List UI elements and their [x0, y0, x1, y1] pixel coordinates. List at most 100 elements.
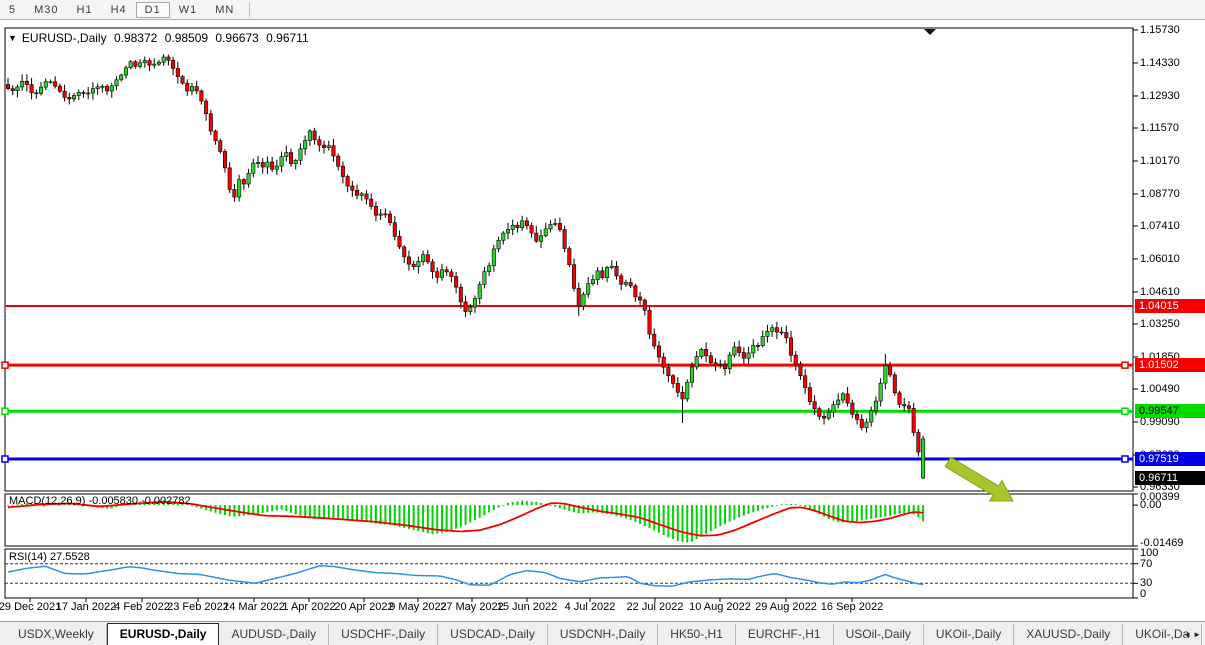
macd-bar	[719, 505, 721, 526]
candle-body	[662, 357, 665, 367]
macd-bar	[757, 505, 759, 511]
price-axis-label: 1.11570	[1140, 122, 1179, 134]
macd-name: MACD(12,26,9)	[9, 495, 85, 507]
candle-body	[525, 221, 528, 226]
date-axis-label: 16 Sep 2022	[821, 601, 883, 613]
macd-bar	[634, 505, 636, 522]
hline-handle-1.01502[interactable]	[1122, 362, 1128, 368]
candle-body	[6, 84, 9, 88]
candle-body	[785, 332, 788, 337]
macd-bar	[847, 505, 849, 522]
chart-tab-usoil-daily[interactable]: USOil-,Daily	[834, 624, 924, 645]
candle-body	[874, 401, 877, 411]
tab-scroll-right-icon[interactable]: ►	[1193, 630, 1203, 639]
macd-bar	[766, 505, 768, 508]
candle-body	[620, 276, 623, 284]
candle-body	[563, 230, 566, 249]
candle-body	[737, 347, 740, 353]
chart-tab-usdx-weekly[interactable]: USDX,Weekly	[6, 624, 107, 645]
hline-handle-0.99547[interactable]	[1122, 408, 1128, 414]
chart-tab-xauusd-daily[interactable]: XAUUSD-,Daily	[1014, 624, 1123, 645]
candle-body	[20, 81, 23, 87]
candle-body	[237, 180, 240, 197]
candle-body	[346, 177, 349, 187]
chart-tab-eurusd-daily[interactable]: EURUSD-,Daily	[107, 623, 220, 645]
candle-body	[761, 336, 764, 345]
chart-tab-usdcnh-daily[interactable]: USDCNH-,Daily	[548, 624, 658, 645]
candle-body	[365, 194, 368, 199]
candle-body	[912, 408, 915, 432]
ohlc-high: 0.98509	[165, 31, 208, 45]
candle-body	[440, 270, 443, 278]
candle-body	[690, 367, 693, 382]
chart-tab-ukoil-daily[interactable]: UKOil-,Daily	[924, 624, 1014, 645]
candle-body	[535, 233, 538, 241]
candle-body	[421, 255, 424, 262]
candle-body	[204, 101, 207, 114]
date-axis-label: 14 Mar 2022	[223, 601, 285, 613]
chart-canvas	[0, 0, 1205, 645]
tab-scroll-left-icon[interactable]: ◄	[1183, 630, 1193, 639]
hline-handle-0.97519[interactable]	[2, 456, 8, 462]
price-axis-label: 1.15730	[1140, 24, 1180, 36]
date-axis-label: 22 Jul 2022	[627, 601, 684, 613]
macd-bar	[771, 505, 773, 507]
macd-bar	[663, 505, 665, 535]
macd-bar	[785, 504, 787, 505]
tab-scroll-arrows[interactable]: ◄►	[1183, 630, 1203, 639]
candle-body	[303, 140, 306, 148]
macd-bar	[535, 502, 537, 505]
candle-body	[539, 236, 542, 242]
candle-body	[643, 300, 646, 310]
hline-handle-1.01502[interactable]	[2, 362, 8, 368]
candle-body	[398, 236, 401, 247]
macd-bar	[469, 505, 471, 522]
candle-body	[289, 152, 292, 163]
candle-body	[270, 162, 273, 169]
chart-tab-audusd-daily[interactable]: AUDUSD-,Daily	[219, 624, 329, 645]
macd-bar	[493, 505, 495, 510]
candle-body	[836, 400, 839, 405]
macd-bar	[559, 505, 561, 508]
date-axis-label: 4 Feb 2022	[114, 601, 170, 613]
candle-body	[813, 402, 816, 409]
candle-body	[124, 68, 127, 75]
candle-body	[261, 162, 264, 167]
candle-body	[756, 345, 759, 346]
candle-body	[766, 331, 769, 336]
macd-bar	[262, 505, 264, 513]
candle-body	[502, 233, 505, 240]
macd-bar	[724, 505, 726, 524]
rsi-indicator-label: RSI(14) 27.5528	[9, 551, 90, 563]
chart-tab-eurchf-h1[interactable]: EURCHF-,H1	[736, 624, 834, 645]
macd-bar	[549, 505, 551, 506]
candle-body	[742, 353, 745, 359]
price-badge-1.01502: 1.01502	[1135, 358, 1205, 372]
chart-tab-usdchf-daily[interactable]: USDCHF-,Daily	[329, 624, 438, 645]
candle-body	[818, 409, 821, 417]
candle-body	[723, 365, 726, 369]
chart-expander-icon[interactable]: ▼	[8, 33, 17, 43]
macd-bar	[700, 505, 702, 536]
candle-body	[704, 349, 707, 355]
candle-body	[506, 229, 509, 233]
chart-tab-usdcad-daily[interactable]: USDCAD-,Daily	[438, 624, 548, 645]
chart-tab-hk50-h1[interactable]: HK50-,H1	[658, 624, 736, 645]
hline-handle-0.97519[interactable]	[1122, 456, 1128, 462]
macd-bar	[465, 505, 467, 525]
macd-bar	[295, 505, 297, 514]
macd-bar	[880, 505, 882, 517]
rsi-axis-label: 70	[1140, 558, 1152, 570]
macd-bar	[337, 505, 339, 518]
candle-body	[313, 131, 316, 140]
candle-body	[242, 180, 245, 184]
macd-bar	[908, 505, 910, 513]
candle-body	[129, 62, 132, 68]
date-axis-label: 4 Jul 2022	[565, 601, 616, 613]
macd-bar	[899, 505, 901, 514]
candle-body	[384, 214, 387, 215]
date-axis-label: 1 Apr 2022	[282, 601, 335, 613]
hline-handle-0.99547[interactable]	[2, 408, 8, 414]
macd-bar	[861, 505, 863, 520]
candle-body	[794, 355, 797, 364]
